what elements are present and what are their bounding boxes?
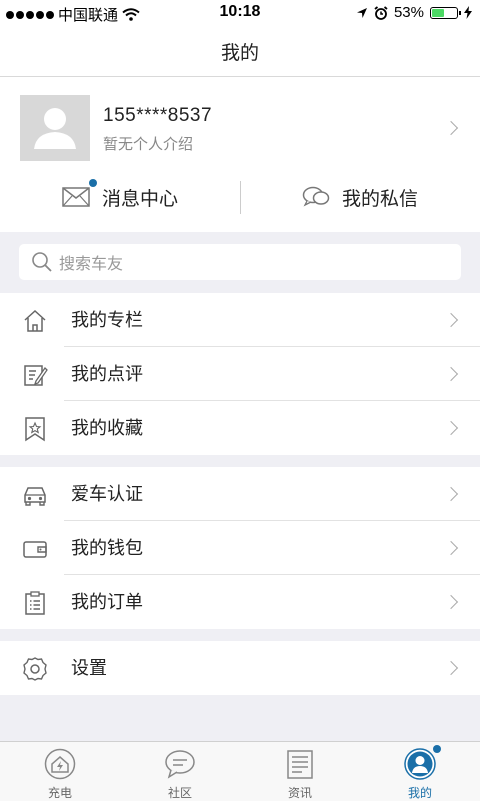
profile-icon <box>404 748 436 780</box>
user-intro[interactable]: 暂无个人介绍 <box>103 133 193 154</box>
menu-item-my-column[interactable]: 我的专栏 <box>0 293 480 347</box>
tab-label: 社区 <box>167 786 192 800</box>
battery-percent: 53% <box>393 4 424 21</box>
search-icon <box>32 252 52 272</box>
message-row: 消息中心 我的私信 <box>0 177 480 227</box>
chat-bubbles-icon <box>302 186 330 207</box>
tab-news[interactable]: 资讯 <box>240 742 360 801</box>
message-center-button[interactable]: 消息中心 <box>62 177 178 217</box>
location-arrow-icon <box>356 7 367 18</box>
avatar[interactable] <box>20 95 90 161</box>
status-right: 53% <box>356 4 472 21</box>
profile-chevron-right-icon[interactable] <box>443 120 459 136</box>
tab-mine[interactable]: 我的 <box>360 742 480 801</box>
wallet-icon <box>23 541 47 558</box>
menu-label: 我的专栏 <box>71 310 143 330</box>
charging-bolt-icon <box>464 6 472 19</box>
status-bar: 中国联通 10:18 53% <box>0 0 480 26</box>
menu-group-1: 我的专栏 我的点评 我的收藏 <box>0 293 480 455</box>
chevron-right-icon <box>443 366 459 382</box>
tab-bar: 充电 社区 资讯 我的 <box>0 741 480 801</box>
battery-fill <box>432 8 445 17</box>
menu-item-my-reviews[interactable]: 我的点评 <box>0 347 480 401</box>
chevron-right-icon <box>443 312 459 328</box>
car-icon <box>24 487 46 506</box>
menu-group-3: 设置 <box>0 641 480 695</box>
news-icon <box>287 750 313 779</box>
search-placeholder: 搜索车友 <box>59 256 124 273</box>
tab-label: 充电 <box>47 786 72 800</box>
message-divider <box>240 181 241 214</box>
menu-label: 我的钱包 <box>71 538 143 558</box>
chevron-right-icon <box>443 486 459 502</box>
envelope-icon <box>62 187 90 207</box>
tab-notification-dot <box>433 745 441 753</box>
message-notification-dot <box>89 179 97 187</box>
search-input[interactable]: 搜索车友 <box>19 244 461 280</box>
menu-item-my-orders[interactable]: 我的订单 <box>0 575 480 629</box>
tab-label: 我的 <box>407 786 432 800</box>
menu-label: 我的收藏 <box>71 418 143 438</box>
menu-item-car-verification[interactable]: 爱车认证 <box>0 467 480 521</box>
tab-label: 资讯 <box>287 786 312 800</box>
menu-item-my-wallet[interactable]: 我的钱包 <box>0 521 480 575</box>
tab-community[interactable]: 社区 <box>120 742 240 801</box>
chevron-right-icon <box>443 540 459 556</box>
chat-bubble-icon <box>165 750 195 779</box>
battery-icon <box>430 6 461 19</box>
chevron-right-icon <box>443 594 459 610</box>
tab-charge[interactable]: 充电 <box>0 742 120 801</box>
edit-icon <box>24 365 48 386</box>
menu-group-2: 爱车认证 我的钱包 我的订单 <box>0 467 480 629</box>
chevron-right-icon <box>443 660 459 676</box>
menu-label: 我的点评 <box>71 364 143 384</box>
menu-label: 设置 <box>71 658 107 678</box>
menu-item-settings[interactable]: 设置 <box>0 641 480 695</box>
nav-bar: 我的 <box>0 26 480 77</box>
user-phone[interactable]: 155****8537 <box>103 105 212 127</box>
menu-item-my-favorites[interactable]: 我的收藏 <box>0 401 480 455</box>
private-message-label: 我的私信 <box>342 188 419 210</box>
charge-home-icon <box>44 748 76 780</box>
profile-card: 155****8537 暂无个人介绍 消息中心 我的私信 <box>0 77 480 232</box>
menu-label: 爱车认证 <box>71 484 143 504</box>
gear-icon <box>23 657 47 681</box>
clipboard-icon <box>25 591 45 615</box>
bookmark-star-icon <box>25 417 45 442</box>
message-center-label: 消息中心 <box>102 188 179 210</box>
home-icon <box>24 309 46 332</box>
page-title: 我的 <box>220 42 259 64</box>
menu-label: 我的订单 <box>71 592 143 612</box>
private-message-button[interactable]: 我的私信 <box>302 177 418 217</box>
alarm-clock-icon <box>374 5 388 20</box>
chevron-right-icon <box>443 420 459 436</box>
default-avatar-icon <box>34 108 76 149</box>
